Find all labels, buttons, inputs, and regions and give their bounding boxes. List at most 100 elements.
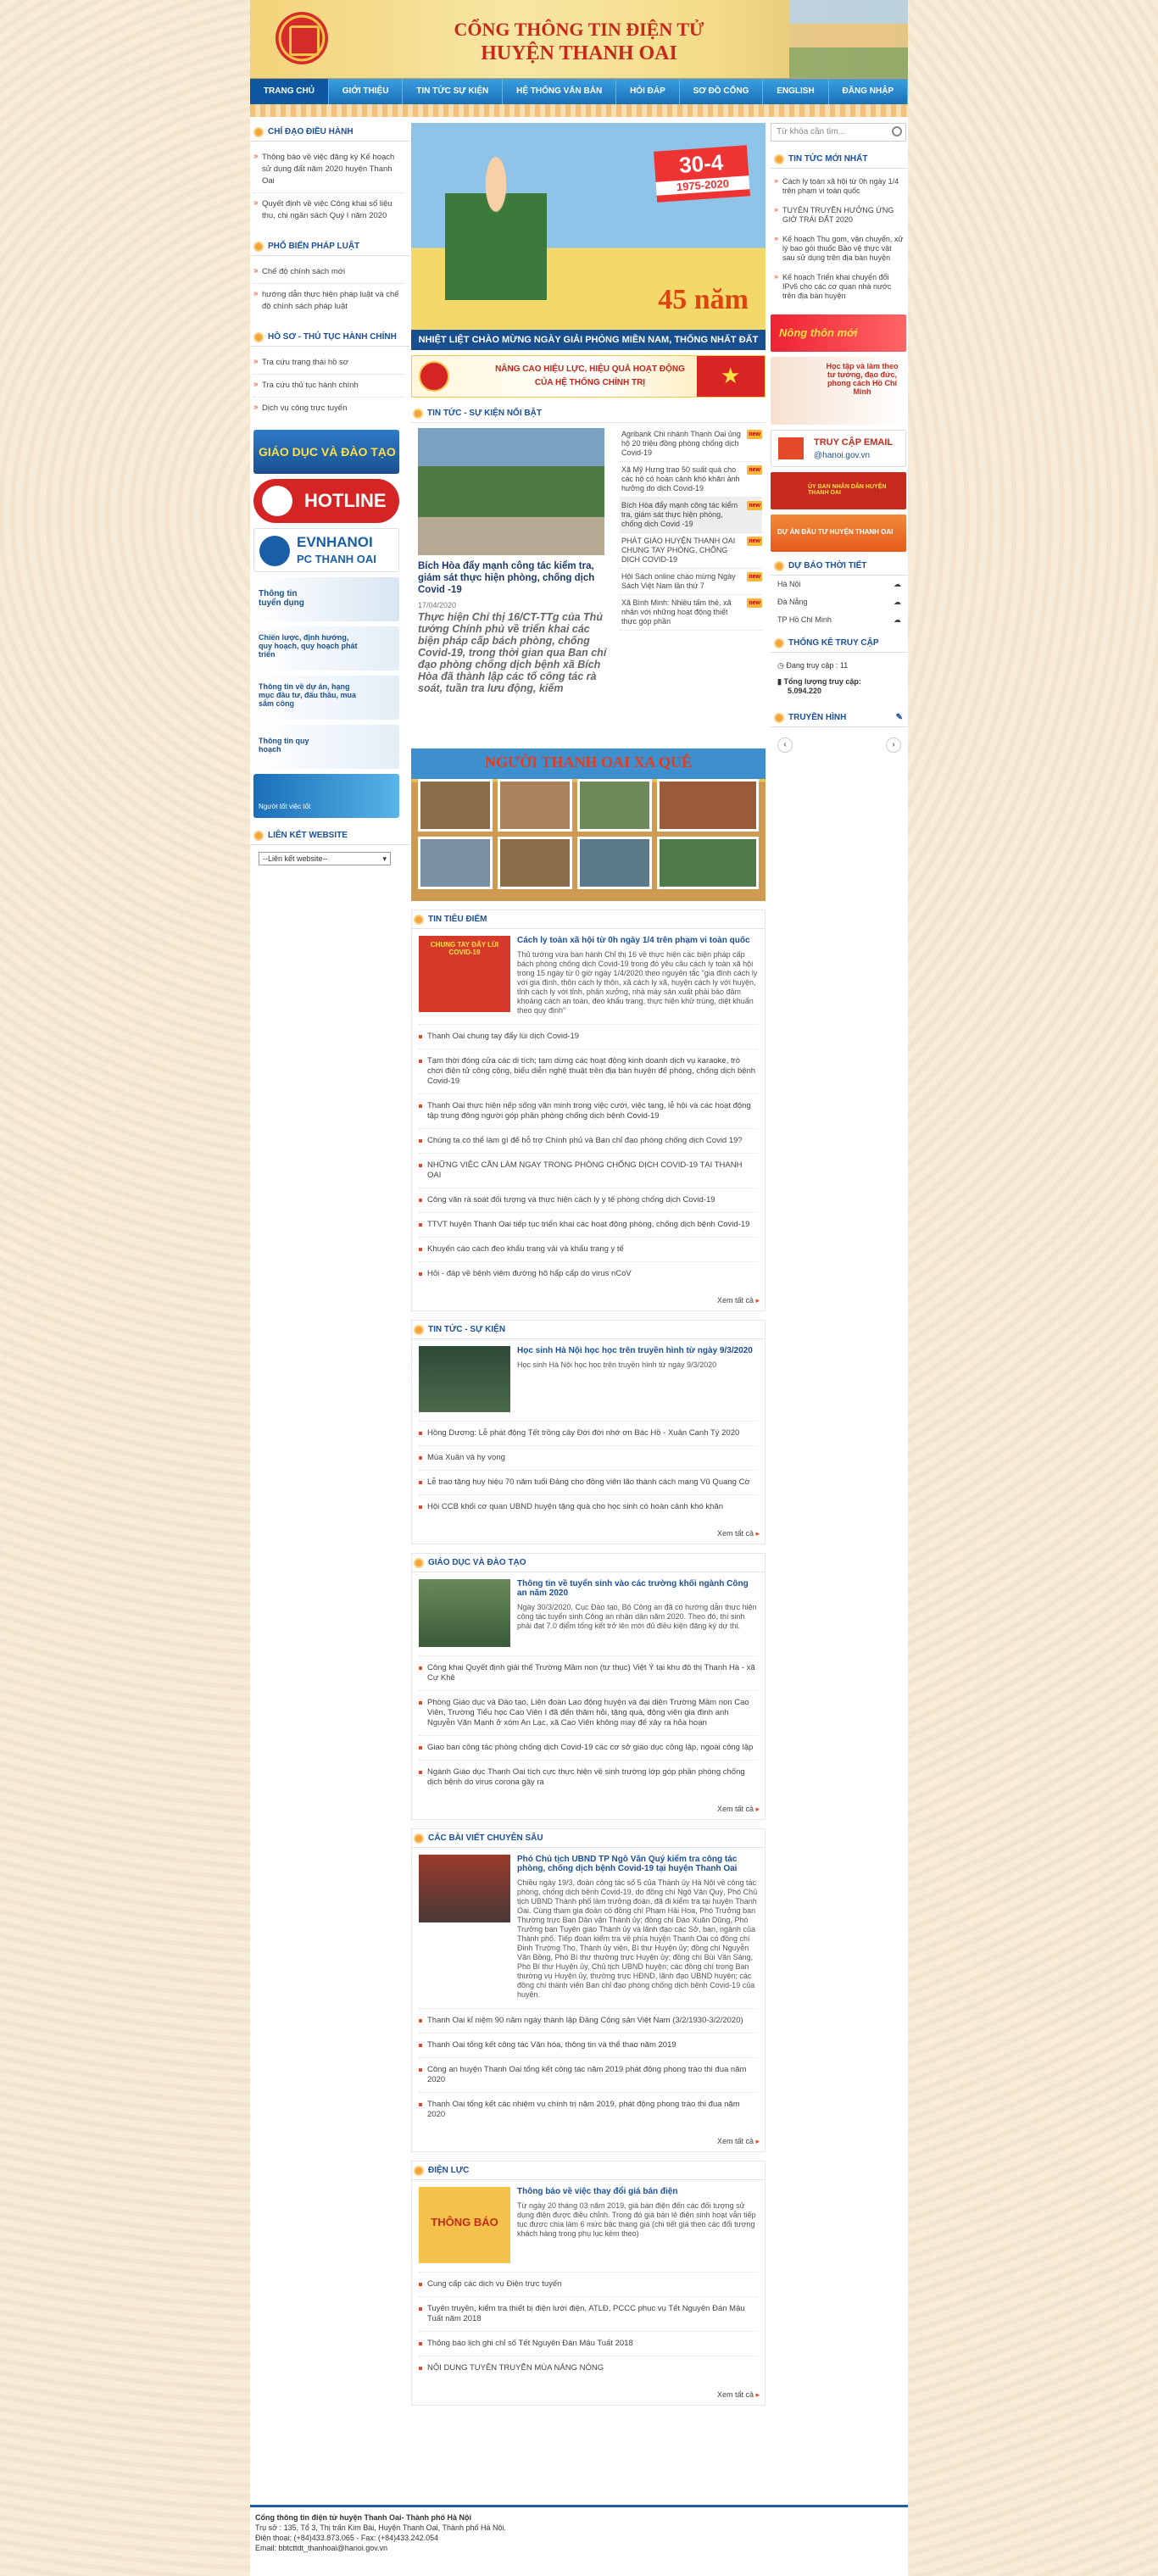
- hoso-item[interactable]: Tra cứu trạng thái hồ sơ: [253, 352, 404, 375]
- list-item[interactable]: Hội Sách online chào mừng Ngày Sách Việt…: [620, 569, 762, 595]
- slogan-banner[interactable]: NÂNG CAO HIỆU LỰC, HIỆU QUẢ HOẠT ĐỘNG CỦ…: [411, 355, 766, 398]
- list-item[interactable]: Agribank Chi nhánh Thanh Oai ủng hộ 20 t…: [620, 426, 762, 462]
- photo-thumb: [418, 779, 493, 832]
- see-all-link[interactable]: Xem tất cả: [412, 1522, 765, 1544]
- banner-hotline[interactable]: HOTLINE: [253, 479, 399, 523]
- news-title[interactable]: Thông tin về tuyển sinh vào các trường k…: [517, 1579, 758, 1598]
- search-icon[interactable]: [892, 126, 902, 136]
- list-item[interactable]: Khuyến cáo cách đeo khẩu trang vải và kh…: [419, 1237, 758, 1261]
- section-heading: TIN TỨC - SỰ KIỆN: [412, 1321, 765, 1339]
- footer-email[interactable]: Email: bbtcttdt_thanhoai@hanoi.gov.vn: [255, 2543, 903, 2553]
- list-item[interactable]: Giao ban công tác phòng chống dịch Covid…: [419, 1735, 758, 1760]
- chidao-item[interactable]: Thông báo về việc đăng ký Kế hoạch sử dụ…: [253, 147, 404, 193]
- lienket-box: LIÊN KẾT WEBSITE --Liên kết website-- ▾: [250, 826, 409, 865]
- list-item[interactable]: Kế hoạch Triển khai chuyển đổi IPv6 cho …: [774, 268, 905, 306]
- weather-row[interactable]: Đà Nẵng ☁: [771, 593, 908, 611]
- see-all-link[interactable]: Xem tất cả: [412, 1798, 765, 1819]
- list-item[interactable]: Tạm thời đóng cửa các di tích; tạm dừng …: [419, 1049, 758, 1093]
- list-item[interactable]: Cung cấp các dịch vụ Điện trực tuyến: [419, 2272, 758, 2296]
- featured-image[interactable]: [418, 428, 604, 555]
- list-item[interactable]: NHỮNG VIỆC CẦN LÀM NGAY TRONG PHÒNG CHỐN…: [419, 1153, 758, 1188]
- list-item[interactable]: Thông báo lịch ghi chỉ số Tết Nguyên Đán…: [419, 2331, 758, 2356]
- list-item[interactable]: Xã Mỹ Hưng trao 50 suất quà cho các hộ c…: [620, 462, 762, 498]
- cloud-icon: ☁: [894, 598, 901, 606]
- banner-tuyendung[interactable]: Thông tin tuyển dụng: [253, 577, 399, 621]
- main-menu: TRANG CHỦ GIỚI THIỆU TIN TỨC SỰ KIỆN HỆ …: [250, 79, 909, 104]
- weather-row[interactable]: TP Hồ Chí Minh ☁: [771, 611, 908, 629]
- banner-duan[interactable]: Thông tin về dự án, hạng mục đầu tư, đấu…: [253, 676, 399, 720]
- list-item[interactable]: Bích Hòa đẩy mạnh công tác kiểm tra, giá…: [620, 498, 762, 533]
- menu-english[interactable]: ENGLISH: [763, 79, 829, 104]
- list-item[interactable]: Thanh Oai chung tay đẩy lùi dịch Covid-1…: [419, 1024, 758, 1049]
- menu-qa[interactable]: HỎI ĐÁP: [616, 79, 680, 104]
- menu-home[interactable]: TRANG CHỦ: [250, 79, 329, 104]
- menu-about[interactable]: GIỚI THIỆU: [329, 79, 404, 104]
- weather-row[interactable]: Hà Nội ☁: [771, 576, 908, 593]
- chidao-item[interactable]: Quyết định về việc Công khai số liệu thu…: [253, 193, 404, 227]
- list-item[interactable]: TUYÊN TRUYỀN HƯỞNG ỨNG GIỜ TRÁI ĐẤT 2020: [774, 201, 905, 230]
- menu-documents[interactable]: HỆ THỐNG VĂN BẢN: [503, 79, 617, 104]
- list-item[interactable]: Công an huyện Thanh Oai tổng kết công tá…: [419, 2057, 758, 2092]
- banner-nguoitot[interactable]: Người tốt việc tốt: [253, 774, 399, 818]
- section-tin-tieu-diem: TIN TIÊU ĐIỂM CHUNG TAY ĐẨY LÙI COVID-19…: [411, 910, 766, 1311]
- see-all-link[interactable]: Xem tất cả: [412, 2130, 765, 2151]
- phobien-item[interactable]: hướng dẫn thực hiện pháp luật và chế độ …: [253, 284, 404, 318]
- website-link-select[interactable]: --Liên kết website-- ▾: [259, 852, 391, 865]
- list-item[interactable]: Thanh Oai kỉ niệm 90 năm ngày thành lập …: [419, 2008, 758, 2033]
- list-item[interactable]: Thanh Oai tổng kết các nhiệm vụ chính tr…: [419, 2092, 758, 2127]
- bullet-icon: [413, 408, 423, 419]
- news-thumb[interactable]: [419, 1579, 510, 1647]
- prev-arrow-icon[interactable]: ‹: [777, 737, 793, 753]
- list-item[interactable]: PHÁT GIÁO HUYỆN THANH OAI CHUNG TAY PHÒN…: [620, 533, 762, 569]
- news-thumb[interactable]: [419, 1855, 510, 1922]
- list-item[interactable]: Công văn rà soát đối tượng và thực hiện …: [419, 1188, 758, 1212]
- next-arrow-icon[interactable]: ›: [886, 737, 901, 753]
- list-item[interactable]: Chúng ta có thể làm gì để hỗ trợ Chính p…: [419, 1128, 758, 1153]
- list-item[interactable]: Lễ trao tặng huy hiệu 70 năm tuổi Đảng c…: [419, 1470, 758, 1494]
- banner-email[interactable]: TRUY CẬP EMAIL @hanoi.gov.vn: [771, 430, 906, 467]
- banner-quyhoach[interactable]: Thông tin quy hoạch: [253, 725, 399, 769]
- search-input[interactable]: Từ khóa cần tìm...: [771, 123, 906, 142]
- list-item[interactable]: Thanh Oai tổng kết công tác Văn hóa, thô…: [419, 2033, 758, 2057]
- featured-title[interactable]: Bích Hòa đẩy mạnh công tác kiểm tra, giá…: [418, 560, 613, 596]
- banner-evn[interactable]: EVNHANOI PC THANH OAI: [253, 528, 399, 572]
- banner-chienluoc[interactable]: Chiến lược, định hướng, quy hoạch, quy h…: [253, 626, 399, 670]
- list-item[interactable]: Phòng Giáo dục và Đào tạo, Liên đoàn Lao…: [419, 1690, 758, 1735]
- banner-hochiminh[interactable]: Học tập và làm theo tư tưởng, đạo đức, p…: [771, 357, 906, 425]
- section-chuyen-sau: CÁC BÀI VIẾT CHUYÊN SÂU Phó Chủ tịch UBN…: [411, 1828, 766, 2152]
- news-thumb[interactable]: CHUNG TAY ĐẨY LÙI COVID-19: [419, 936, 510, 1012]
- banner-duan[interactable]: DỰ ÁN ĐẦU TƯ HUYỆN THANH OAI: [771, 515, 906, 552]
- news-title[interactable]: Phó Chủ tịch UBND TP Ngô Văn Quý kiểm tr…: [517, 1855, 758, 1873]
- news-thumb[interactable]: THÔNG BÁO: [419, 2187, 510, 2263]
- hoso-item[interactable]: Dịch vụ công trực tuyến: [253, 398, 404, 420]
- list-item[interactable]: Thanh Oai thực hiện nếp sống văn minh tr…: [419, 1093, 758, 1128]
- news-title[interactable]: Cách ly toàn xã hội từ 0h ngày 1/4 trên …: [517, 936, 758, 945]
- banner-nongthonmoi[interactable]: Nông thôn mới: [771, 314, 906, 352]
- news-title[interactable]: Thông báo về việc thay đổi giá bán điện: [517, 2187, 758, 2196]
- menu-news[interactable]: TIN TỨC SỰ KIỆN: [403, 79, 504, 104]
- phobien-item[interactable]: Chế độ chính sách mới: [253, 261, 404, 284]
- list-item[interactable]: NỘI DUNG TUYÊN TRUYỀN MÙA NẮNG NÓNG: [419, 2356, 758, 2380]
- list-item[interactable]: Xã Bình Minh: Nhiều tấm thẻ, xã nhân với…: [620, 595, 762, 631]
- see-all-link[interactable]: Xem tất cả: [412, 1289, 765, 1310]
- list-item[interactable]: Cách ly toàn xã hội từ 0h ngày 1/4 trên …: [774, 172, 905, 201]
- list-item[interactable]: Hội CCB khối cơ quan UBND huyện tặng quà…: [419, 1494, 758, 1519]
- hoso-item[interactable]: Tra cứu thủ tục hành chính: [253, 375, 404, 398]
- news-thumb[interactable]: [419, 1346, 510, 1412]
- list-item[interactable]: Tuyên truyền, kiểm tra thiết bị điện lướ…: [419, 2296, 758, 2331]
- list-item[interactable]: Hỏi - đáp về bệnh viêm đường hô hấp cấp …: [419, 1261, 758, 1286]
- hero-slideshow[interactable]: 30-4 1975-2020 45 năm NHIỆT LIỆT CHÀO MỪN…: [411, 123, 766, 350]
- list-item[interactable]: Công khai Quyết định giải thể Trường Mầm…: [419, 1655, 758, 1690]
- list-item[interactable]: TTVT huyện Thanh Oai tiếp tục triển khai…: [419, 1212, 758, 1237]
- menu-login[interactable]: ĐĂNG NHẬP: [829, 79, 909, 104]
- banner-giaoduc[interactable]: GIÁO DỤC VÀ ĐÀO TẠO: [253, 430, 399, 474]
- menu-sitemap[interactable]: SƠ ĐỒ CỔNG: [680, 79, 764, 104]
- list-item[interactable]: Ngành Giáo dục Thanh Oai tích cực thực h…: [419, 1760, 758, 1794]
- news-title[interactable]: Học sinh Hà Nội học học trên truyền hình…: [517, 1346, 753, 1355]
- list-item[interactable]: Kế hoạch Thu gom, vận chuyển, xử lý bao …: [774, 230, 905, 268]
- list-item[interactable]: Mùa Xuân và hy vọng: [419, 1445, 758, 1470]
- nguoi-thanh-oai-banner[interactable]: NGƯỜI THANH OAI XA QUÊ: [411, 748, 766, 901]
- list-item[interactable]: Hồng Dương: Lễ phát động Tết trồng cây Đ…: [419, 1421, 758, 1445]
- banner-ubnd[interactable]: ỦY BAN NHÂN DÂN HUYỆN THANH OAI: [771, 472, 906, 509]
- see-all-link[interactable]: Xem tất cả: [412, 2384, 765, 2405]
